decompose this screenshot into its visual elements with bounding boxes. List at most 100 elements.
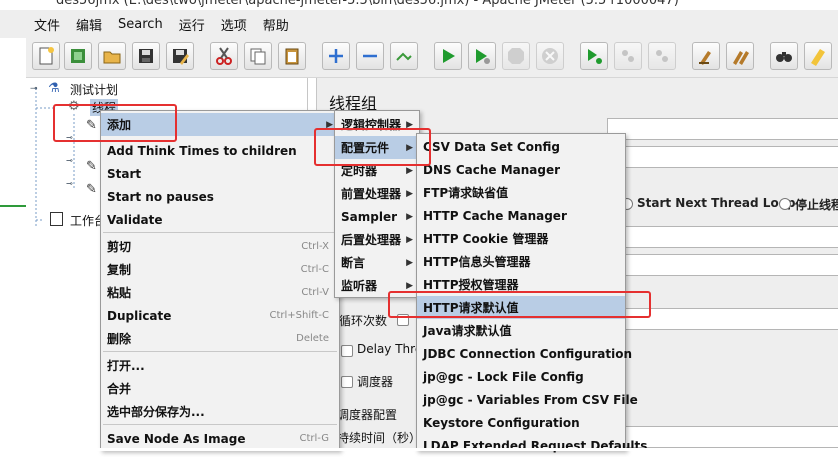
save-as-icon — [173, 49, 189, 65]
menu-item-csv-data-set[interactable]: CSV Data Set Config — [417, 135, 625, 158]
paste-button[interactable] — [278, 42, 306, 70]
stop-thread-radio[interactable] — [779, 198, 791, 210]
menu-item-timer[interactable]: 定时器 ▶ — [335, 159, 419, 182]
collapse-icon — [363, 54, 377, 58]
menu-item-label: DNS Cache Manager — [423, 162, 561, 177]
menu-item-copy[interactable]: 复制 Ctrl-C — [101, 258, 339, 281]
new-icon — [39, 47, 54, 65]
menu-item-listener[interactable]: 监听器 ▶ — [335, 274, 419, 297]
shutdown-button[interactable] — [536, 42, 564, 70]
clear-all-button[interactable] — [726, 42, 754, 70]
menu-item-http-cookie[interactable]: HTTP Cookie 管理器 — [417, 227, 625, 250]
menu-item-java-defaults[interactable]: Java请求默认值 — [417, 319, 625, 342]
menu-item-assertion[interactable]: 断言 ▶ — [335, 251, 419, 274]
menu-edit[interactable]: 编辑 — [76, 15, 102, 34]
tree-node-handle-icon[interactable]: ⊸ — [66, 156, 73, 165]
tree-node-handle-icon[interactable]: ⊸ — [66, 179, 73, 188]
menu-item-config-element[interactable]: 配置元件 ▶ — [335, 136, 419, 159]
menu-item-sampler[interactable]: Sampler ▶ — [335, 205, 419, 228]
menu-item-save-node-image[interactable]: Save Node As Image Ctrl-G — [101, 427, 339, 450]
menu-item-validate[interactable]: Validate — [101, 208, 339, 231]
shutdown-icon — [542, 48, 558, 64]
save-as-button[interactable] — [166, 42, 194, 70]
clear-all-icon — [733, 51, 749, 65]
menu-item-ldap-defaults[interactable]: LDAP Extended Request Defaults — [417, 434, 647, 457]
remote-start-button[interactable] — [580, 42, 608, 70]
menu-search[interactable]: Search — [118, 17, 163, 32]
paste-icon — [285, 48, 299, 65]
templates-button[interactable] — [64, 42, 92, 70]
search-button[interactable] — [770, 42, 798, 70]
menu-separator — [103, 351, 337, 352]
menu-file[interactable]: 文件 — [34, 15, 60, 34]
remote-start-icon — [588, 49, 602, 64]
start-button[interactable] — [434, 42, 462, 70]
loop-count-field[interactable] — [607, 308, 838, 330]
threads-field[interactable] — [607, 226, 838, 248]
toggle-button[interactable] — [390, 42, 418, 70]
menu-item-duplicate[interactable]: Duplicate Ctrl+Shift-C — [101, 304, 339, 327]
remote-stop-button[interactable] — [614, 42, 642, 70]
menu-item-add-label: 添加 — [107, 118, 132, 132]
reset-search-button[interactable] — [804, 42, 832, 70]
menu-item-post-processor[interactable]: 后置处理器 ▶ — [335, 228, 419, 251]
tree-test-plan[interactable]: 测试计划 — [70, 81, 118, 98]
stop-icon — [508, 48, 524, 64]
menu-item-add-think-times[interactable]: Add Think Times to children — [101, 139, 339, 162]
menu-item-add[interactable]: 添加 ▶ — [101, 113, 339, 136]
menu-item-dns-cache[interactable]: DNS Cache Manager — [417, 158, 625, 181]
copy-button[interactable] — [244, 42, 272, 70]
menu-item-variables-csv[interactable]: jp@gc - Variables From CSV File — [417, 388, 638, 411]
cut-button[interactable] — [210, 42, 238, 70]
remote-shutdown-button[interactable] — [648, 42, 676, 70]
menu-item-paste[interactable]: 粘贴 Ctrl-V — [101, 281, 339, 304]
menu-item-shortcut: Delete — [296, 333, 329, 344]
name-field[interactable] — [607, 118, 838, 140]
start-no-pauses-icon — [476, 49, 490, 64]
menu-item-label: 断言 — [341, 256, 366, 270]
search-icon — [776, 52, 792, 62]
scheduler-checkbox[interactable] — [341, 376, 353, 388]
menu-item-keystore[interactable]: Keystore Configuration — [417, 411, 625, 434]
menu-help[interactable]: 帮助 — [263, 15, 289, 34]
menu-item-delete[interactable]: 删除 Delete — [101, 327, 339, 350]
menu-item-lock-file[interactable]: jp@gc - Lock File Config — [417, 365, 625, 388]
chevron-right-icon: ▶ — [406, 188, 413, 199]
collapse-button[interactable] — [356, 42, 384, 70]
clear-button[interactable] — [692, 42, 720, 70]
delay-thread-checkbox[interactable] — [341, 345, 353, 357]
menu-item-jdbc-config[interactable]: JDBC Connection Configuration — [417, 342, 632, 365]
menu-item-label: 前置处理器 — [341, 187, 402, 201]
menu-item-label: Duplicate — [107, 308, 172, 323]
menu-item-http-header[interactable]: HTTP信息头管理器 — [417, 250, 625, 273]
menu-item-http-auth[interactable]: HTTP授权管理器 — [417, 273, 625, 296]
menu-item-save-selection[interactable]: 选中部分保存为... — [101, 400, 339, 423]
menu-item-ftp-defaults[interactable]: FTP请求缺省值 — [417, 181, 625, 204]
menu-item-logic-controller[interactable]: 逻辑控制器 ▶ — [335, 113, 419, 136]
loop-forever-checkbox[interactable] — [397, 314, 409, 326]
menu-options[interactable]: 选项 — [221, 15, 247, 34]
start-next-loop-label: Start Next Thread Loop — [637, 196, 796, 210]
menu-item-cut[interactable]: 剪切 Ctrl-X — [101, 235, 339, 258]
menu-item-open[interactable]: 打开... — [101, 354, 339, 377]
menu-item-pre-processor[interactable]: 前置处理器 ▶ — [335, 182, 419, 205]
expand-button[interactable] — [322, 42, 350, 70]
save-button[interactable] — [132, 42, 160, 70]
stop-button[interactable] — [502, 42, 530, 70]
menu-item-start[interactable]: Start — [101, 162, 339, 185]
tree-node-handle-icon[interactable]: ⊸ — [66, 133, 73, 142]
menu-item-start-no-pauses[interactable]: Start no pauses — [101, 185, 339, 208]
menu-item-http-cache[interactable]: HTTP Cache Manager — [417, 204, 625, 227]
menu-item-label: Keystore Configuration — [423, 415, 580, 430]
menu-item-http-request-defaults[interactable]: HTTP请求默认值 — [417, 296, 625, 319]
new-button[interactable] — [32, 42, 60, 70]
rampup-field[interactable] — [607, 254, 838, 276]
pencil-icon: ✎ — [86, 159, 97, 174]
clear-icon — [699, 51, 711, 65]
menu-item-merge[interactable]: 合并 — [101, 377, 339, 400]
open-button[interactable] — [98, 42, 126, 70]
tree-collapse-icon[interactable]: ⊸ — [30, 84, 38, 94]
menu-run[interactable]: 运行 — [179, 15, 205, 34]
start-no-pauses-button[interactable] — [468, 42, 496, 70]
comment-field[interactable] — [607, 146, 838, 168]
